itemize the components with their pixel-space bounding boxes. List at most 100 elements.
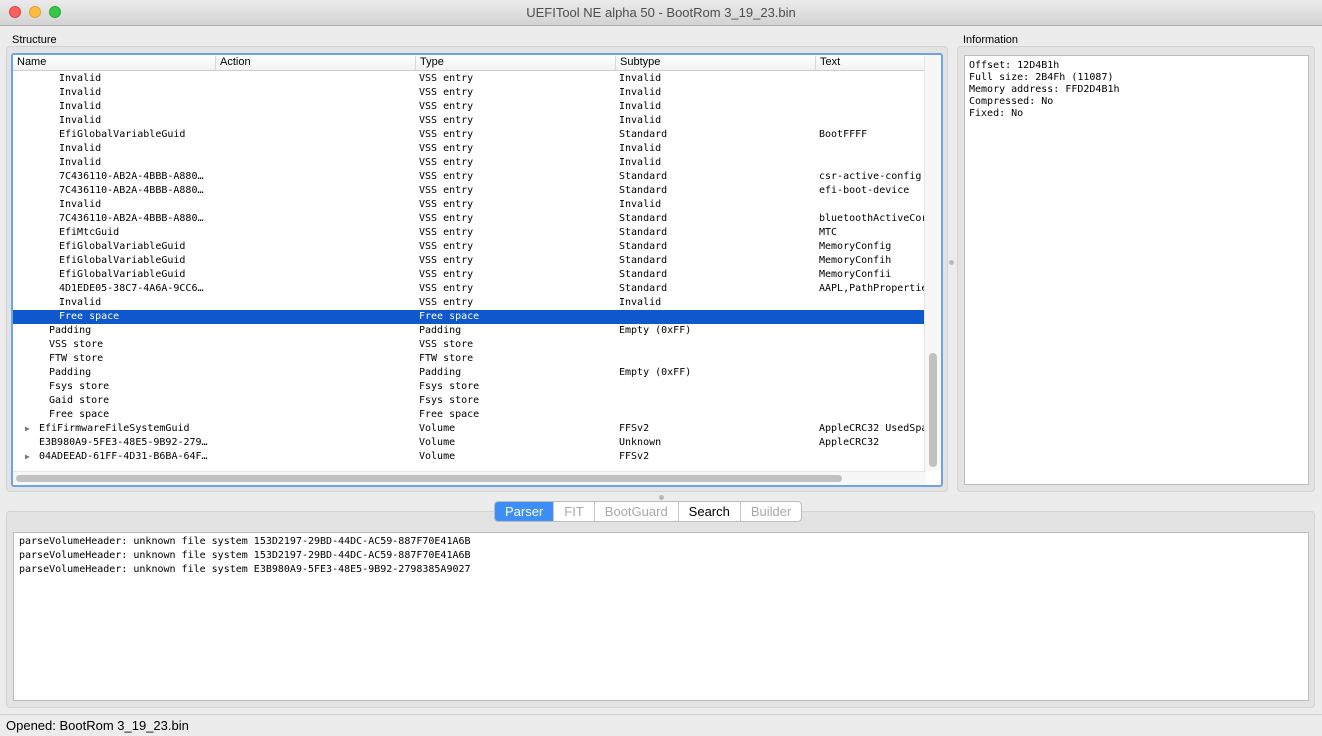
tree-cell-name: 7C436110-AB2A-4BBB-A880… bbox=[59, 213, 204, 224]
tree-cell-type: Fsys store bbox=[419, 395, 480, 406]
tree-cell-type: VSS entry bbox=[419, 227, 474, 238]
tree-row[interactable]: Padding Padding Empty (0xFF) bbox=[13, 366, 926, 380]
tab-builder[interactable]: Builder bbox=[739, 502, 801, 521]
tree-cell-type: VSS entry bbox=[419, 297, 474, 308]
splitter-handle-vertical[interactable] bbox=[949, 260, 954, 265]
tree-cell-text: MemoryConfih bbox=[819, 255, 892, 266]
expand-arrow-icon[interactable]: ▶ bbox=[25, 422, 30, 436]
window-titlebar: UEFITool NE alpha 50 - BootRom 3_19_23.b… bbox=[0, 0, 1322, 26]
tab-bootguard[interactable]: BootGuard bbox=[593, 502, 678, 521]
structure-label: Structure bbox=[12, 34, 57, 46]
tree-header: Name Action Type Subtype Text bbox=[13, 55, 926, 71]
tree-cell-type: VSS entry bbox=[419, 73, 474, 84]
tree-row[interactable]: Invalid VSS entry Invalid bbox=[13, 72, 926, 86]
tree-row[interactable]: Fsys store Fsys store bbox=[13, 380, 926, 394]
tab-parser[interactable]: Parser bbox=[495, 502, 554, 521]
tree-row[interactable]: Invalid VSS entry Invalid bbox=[13, 100, 926, 114]
log-message[interactable]: parseVolumeHeader: unknown file system 1… bbox=[19, 549, 1303, 563]
tree-cell-name: Invalid bbox=[59, 157, 102, 168]
splitter-handle-horizontal[interactable] bbox=[659, 495, 664, 500]
tree-cell-subtype: Empty (0xFF) bbox=[619, 367, 692, 378]
tree-cell-name: EfiFirmwareFileSystemGuid bbox=[39, 423, 190, 434]
column-header-subtype[interactable]: Subtype bbox=[615, 56, 815, 70]
tree-cell-subtype: Empty (0xFF) bbox=[619, 325, 692, 336]
tree-cell-name: Padding bbox=[49, 325, 92, 336]
tree-row[interactable]: Free space Free space bbox=[13, 310, 926, 324]
tree-row[interactable]: 7C436110-AB2A-4BBB-A880… VSS entry Standar… bbox=[13, 170, 926, 184]
information-panel[interactable]: Offset: 12D4B1h Full size: 2B4Fh (11087) M… bbox=[964, 55, 1309, 485]
log-message[interactable]: parseVolumeHeader: unknown file system E… bbox=[19, 563, 1303, 577]
tree-row[interactable]: Gaid store Fsys store bbox=[13, 394, 926, 408]
tree-cell-subtype: Standard bbox=[619, 269, 668, 280]
tree-horizontal-scroll-thumb[interactable] bbox=[16, 475, 842, 482]
information-line: Full size: 2B4Fh (11087) bbox=[969, 72, 1114, 83]
tree-row[interactable]: Padding Padding Empty (0xFF) bbox=[13, 324, 926, 338]
tree-row[interactable]: E3B980A9-5FE3-48E5-9B92-279… Volume Unknow… bbox=[13, 436, 926, 450]
tree-row[interactable]: Invalid VSS entry Invalid bbox=[13, 142, 926, 156]
structure-tree[interactable]: Name Action Type Subtype Text Invalid VSS… bbox=[11, 53, 943, 487]
tree-cell-name: Fsys store bbox=[49, 381, 110, 392]
column-header-type[interactable]: Type bbox=[415, 56, 615, 70]
tree-row[interactable]: 7C436110-AB2A-4BBB-A880… VSS entry Standar… bbox=[13, 212, 926, 226]
tree-cell-type: VSS entry bbox=[419, 101, 474, 112]
tree-cell-name: Invalid bbox=[59, 73, 102, 84]
tree-cell-name: EfiMtcGuid bbox=[59, 227, 120, 238]
tree-cell-text: AAPL,PathPropertie bbox=[819, 283, 926, 294]
information-label: Information bbox=[963, 34, 1019, 46]
tree-vertical-scrollbar[interactable] bbox=[924, 55, 941, 471]
tree-row[interactable]: EfiMtcGuid VSS entry Standard MTC bbox=[13, 226, 926, 240]
tree-cell-subtype: Invalid bbox=[619, 115, 662, 126]
tree-cell-name: Invalid bbox=[59, 87, 102, 98]
tree-row[interactable]: EfiGlobalVariableGuid VSS entry Standard Bo… bbox=[13, 128, 926, 142]
tree-row[interactable]: EfiGlobalVariableGuid VSS entry Standard Me… bbox=[13, 240, 926, 254]
tree-cell-subtype: FFSv2 bbox=[619, 451, 650, 462]
tree-horizontal-scrollbar[interactable] bbox=[13, 471, 926, 485]
tree-row[interactable]: Invalid VSS entry Invalid bbox=[13, 114, 926, 128]
tree-cell-type: VSS entry bbox=[419, 283, 474, 294]
tree-row[interactable]: Invalid VSS entry Invalid bbox=[13, 198, 926, 212]
tree-cell-type: VSS entry bbox=[419, 87, 474, 98]
column-header-name[interactable]: Name bbox=[13, 56, 215, 70]
tree-cell-subtype: Standard bbox=[619, 129, 668, 140]
tree-cell-name: EfiGlobalVariableGuid bbox=[59, 255, 186, 266]
tree-row[interactable]: 7C436110-AB2A-4BBB-A880… VSS entry Standar… bbox=[13, 184, 926, 198]
expand-arrow-icon[interactable]: ▶ bbox=[25, 450, 30, 464]
tree-cell-type: VSS entry bbox=[419, 213, 474, 224]
tree-row[interactable]: 4D1EDE05-38C7-4A6A-9CC6… VSS entry Standar… bbox=[13, 282, 926, 296]
tree-cell-type: Volume bbox=[419, 423, 456, 434]
tree-row[interactable]: EfiGlobalVariableGuid VSS entry Standard Me… bbox=[13, 268, 926, 282]
tree-cell-text: MemoryConfii bbox=[819, 269, 892, 280]
tree-row[interactable]: EfiGlobalVariableGuid VSS entry Standard Me… bbox=[13, 254, 926, 268]
tab-search[interactable]: Search bbox=[677, 502, 740, 521]
tree-cell-subtype: Standard bbox=[619, 213, 668, 224]
tree-row[interactable]: Invalid VSS entry Invalid bbox=[13, 296, 926, 310]
log-message[interactable]: parseVolumeHeader: unknown file system 1… bbox=[19, 535, 1303, 549]
tree-row[interactable]: VSS store VSS store bbox=[13, 338, 926, 352]
column-header-action[interactable]: Action bbox=[215, 56, 415, 70]
parser-messages-list[interactable]: parseVolumeHeader: unknown file system 1… bbox=[13, 532, 1309, 701]
tree-row[interactable]: Free space Free space bbox=[13, 408, 926, 422]
tree-cell-type: VSS entry bbox=[419, 143, 474, 154]
tree-cell-type: VSS entry bbox=[419, 129, 474, 140]
tree-cell-text: efi-boot-device bbox=[819, 185, 910, 196]
tree-row[interactable]: Invalid VSS entry Invalid bbox=[13, 156, 926, 170]
tree-row[interactable]: ▶ EfiFirmwareFileSystemGuid Volume FFSv2 App… bbox=[13, 422, 926, 436]
tree-cell-type: Fsys store bbox=[419, 381, 480, 392]
status-text: Opened: BootRom 3_19_23.bin bbox=[6, 718, 189, 733]
column-header-text[interactable]: Text bbox=[815, 56, 926, 70]
tree-row[interactable]: Invalid VSS entry Invalid bbox=[13, 86, 926, 100]
tree-cell-type: VSS entry bbox=[419, 255, 474, 266]
tree-cell-subtype: Invalid bbox=[619, 143, 662, 154]
tree-row[interactable]: ▶ 04ADEEAD-61FF-4D31-B6BA-64F… Volume FFSv2 bbox=[13, 450, 926, 464]
tree-cell-type: VSS entry bbox=[419, 269, 474, 280]
tree-cell-text: BootFFFF bbox=[819, 129, 868, 140]
tree-vertical-scroll-thumb[interactable] bbox=[929, 353, 937, 467]
tree-row[interactable]: FTW store FTW store bbox=[13, 352, 926, 366]
tab-fit[interactable]: FIT bbox=[553, 502, 594, 521]
information-line: Offset: 12D4B1h bbox=[969, 60, 1060, 71]
tree-cell-name: 4D1EDE05-38C7-4A6A-9CC6… bbox=[59, 283, 204, 294]
tree-cell-name: EfiGlobalVariableGuid bbox=[59, 129, 186, 140]
tree-cell-text: bluetoothActiveCor bbox=[819, 213, 926, 224]
information-line: Fixed: No bbox=[969, 108, 1024, 119]
tree-cell-subtype: Standard bbox=[619, 171, 668, 182]
